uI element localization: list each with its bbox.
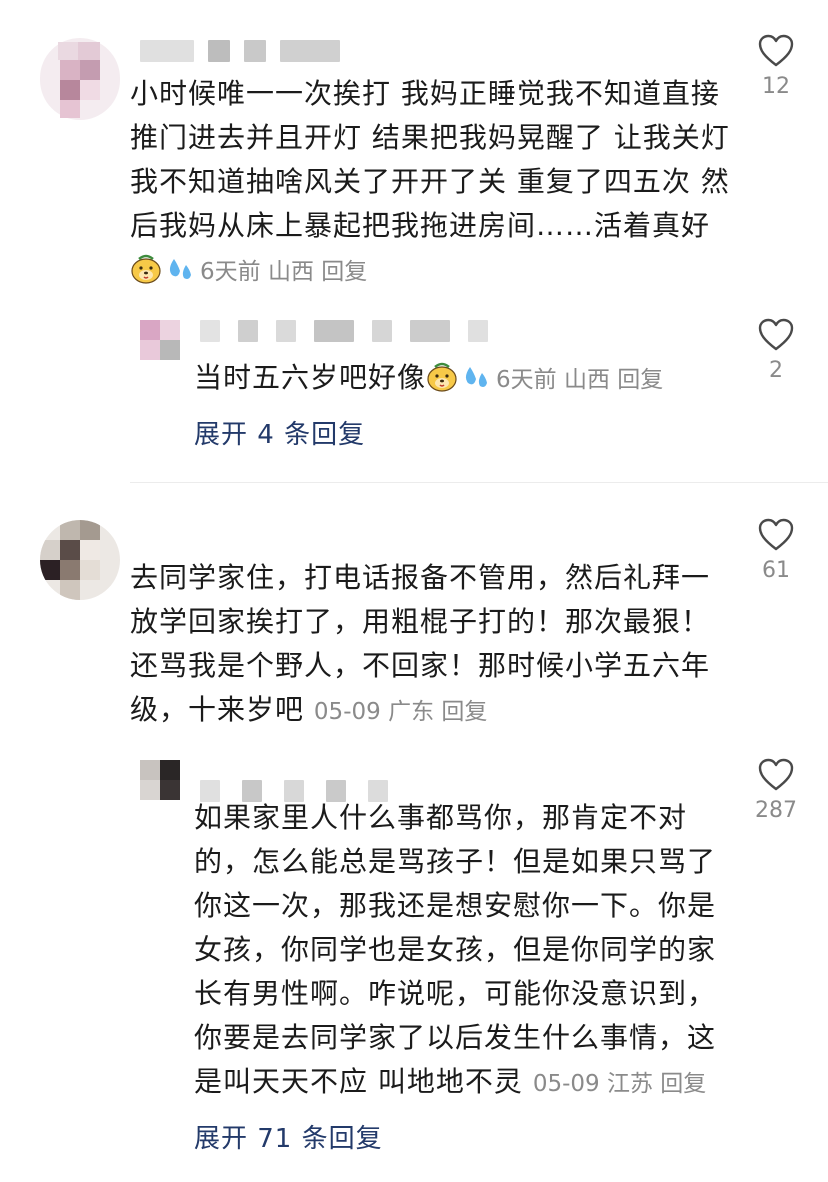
divider — [130, 482, 828, 483]
dog-face-emoji — [427, 362, 457, 392]
comment-meta: 6天前 山西 回复 — [130, 250, 730, 294]
like-count: 12 — [762, 74, 790, 99]
reply-avatar[interactable] — [140, 320, 180, 362]
sweat-drops-emoji — [465, 367, 488, 387]
like-count: 287 — [755, 798, 797, 823]
like-button[interactable]: 287 — [744, 758, 808, 823]
reply-button[interactable]: 回复 — [660, 1071, 706, 1097]
like-button[interactable]: 12 — [744, 34, 808, 99]
sweat-drops-emoji — [169, 259, 191, 279]
reply-button[interactable]: 回复 — [321, 259, 367, 285]
heart-outline-icon — [758, 518, 794, 551]
heart-outline-icon — [758, 318, 794, 351]
like-count: 61 — [762, 558, 790, 583]
like-button[interactable]: 61 — [744, 518, 808, 583]
reply-text: 如果家里人什么事都骂你，那肯定不对 的，怎么能总是骂孩子！但是如果只骂了 你这一… — [194, 801, 717, 1098]
comment-text: 小时候唯一一次挨打 我妈正睡觉我不知道直接 推门进去并且开灯 结果把我妈晃醒了 … — [130, 72, 730, 294]
reply-avatar[interactable] — [140, 760, 180, 802]
reply-button[interactable]: 回复 — [617, 367, 663, 393]
expand-replies-button[interactable]: 展开 71 条回复 — [194, 1118, 383, 1155]
reply-text: 当时五六岁吧好像 6天前 山西 回复 — [194, 361, 664, 394]
heart-outline-icon — [758, 758, 794, 791]
like-count: 2 — [769, 358, 783, 383]
expand-replies-button[interactable]: 展开 4 条回复 — [194, 414, 365, 451]
like-button[interactable]: 2 — [744, 318, 808, 383]
avatar[interactable] — [40, 38, 120, 120]
reply-button[interactable]: 回复 — [441, 699, 487, 725]
username-blurred[interactable] — [140, 40, 340, 62]
comment-text: 去同学家住，打电话报备不管用，然后礼拜一 放学回家挨打了，用粗棍子打的！那次最狠… — [130, 561, 711, 726]
avatar[interactable] — [40, 520, 120, 600]
reply-username-blurred[interactable] — [200, 320, 488, 342]
dog-face-emoji — [131, 254, 161, 284]
heart-outline-icon — [758, 34, 794, 67]
